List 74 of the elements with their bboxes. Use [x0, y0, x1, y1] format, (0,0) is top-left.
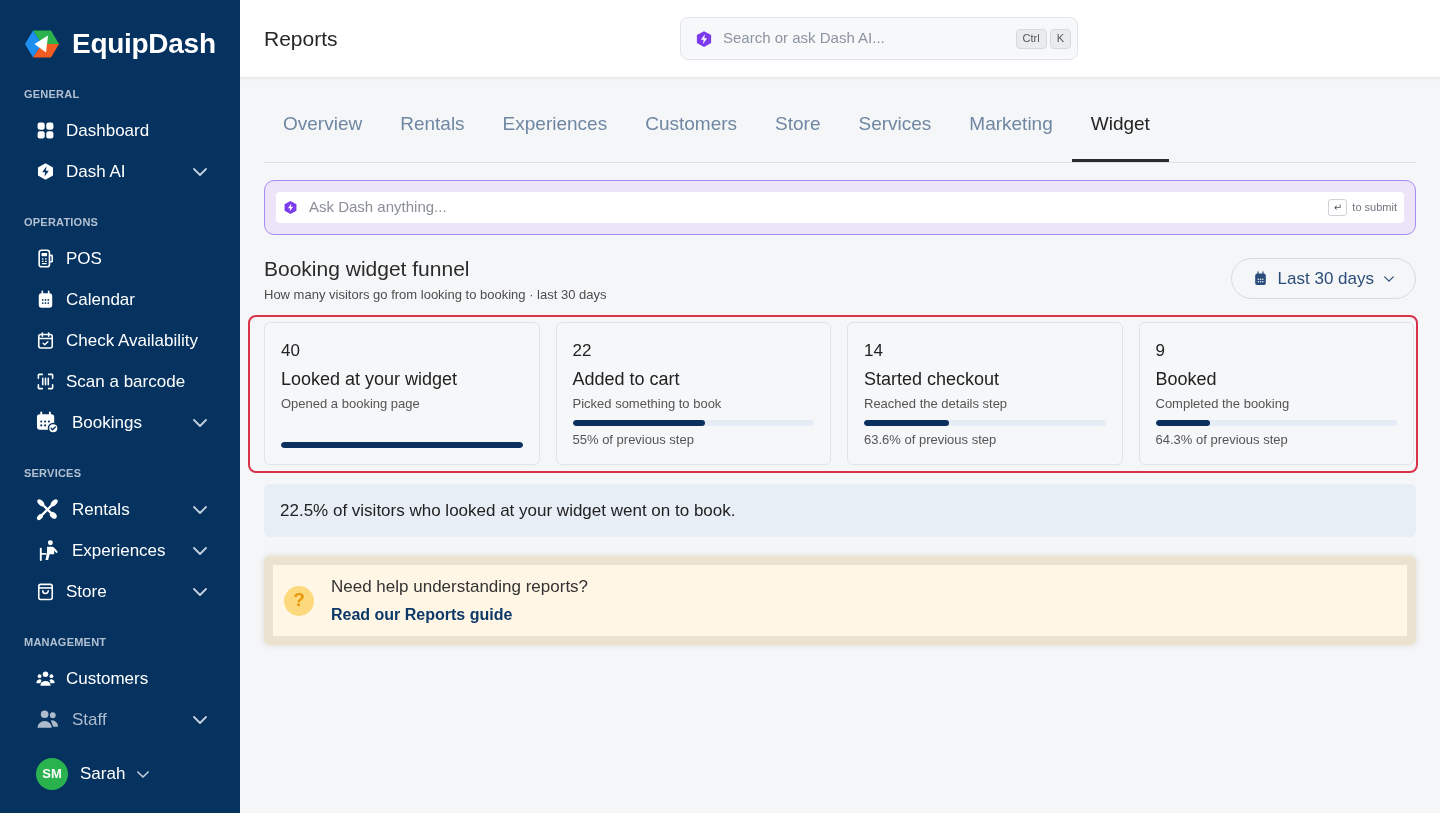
question-icon: ?: [284, 585, 314, 616]
sidebar-item[interactable]: Bookings: [24, 402, 216, 443]
step-count: 9: [1155, 341, 1166, 361]
summary-banner: 22.5% of visitors who looked at your widget went on to book.: [264, 484, 1416, 537]
step-description: Reached the details step: [864, 396, 1009, 412]
crossed-paddles-icon: [36, 498, 59, 521]
enter-key: ↵: [1328, 199, 1348, 216]
report-tab[interactable]: Widget: [1071, 98, 1169, 162]
chevron-down-icon: [193, 418, 207, 427]
section-label: GENERAL: [24, 87, 81, 102]
chevron-down-icon: [193, 505, 207, 514]
calendar-icon: [1252, 271, 1268, 286]
step-title: Added to cart: [572, 369, 681, 389]
shopping-bag-icon: [36, 582, 55, 601]
sidebar-item[interactable]: Dash AI: [24, 151, 216, 192]
user-menu[interactable]: SM Sarah: [24, 758, 216, 790]
chevron-down-icon: [193, 715, 207, 724]
search-input[interactable]: Search or ask Dash AI...: [723, 27, 1013, 50]
report-tab[interactable]: Services: [839, 98, 951, 162]
step-description: Opened a booking page: [281, 396, 421, 412]
section-label: SERVICES: [24, 466, 83, 481]
chevron-down-icon: [193, 167, 207, 176]
step-title: Started checkout: [864, 369, 1001, 389]
barcode-scan-icon: [36, 372, 55, 391]
section-label: OPERATIONS: [24, 215, 100, 230]
card-terminal-icon: [36, 249, 55, 268]
sidebar-item[interactable]: Staff: [24, 699, 216, 740]
page-title: Reports: [264, 25, 339, 52]
sidebar-item[interactable]: Calendar: [24, 279, 216, 320]
section-title: Booking widget funnel: [264, 257, 470, 281]
sidebar-item[interactable]: Check Availability: [24, 320, 216, 361]
step-description: Picked something to book: [572, 396, 723, 412]
user-avatar: SM: [36, 758, 68, 790]
ask-field[interactable]: Ask Dash anything... ↵ to submit: [276, 192, 1404, 223]
reports-guide-link[interactable]: Read our Reports guide: [331, 604, 513, 625]
sidebar-item[interactable]: POS: [24, 238, 216, 279]
calendar-badge-icon: [36, 411, 59, 434]
two-people-icon: [36, 708, 59, 731]
step-count: 22: [572, 341, 593, 361]
brand-name: EquipDash: [72, 27, 216, 61]
section-subtitle: How many visitors go from looking to booking · last 30 days: [264, 287, 607, 303]
step-count: 14: [864, 341, 884, 361]
ask-input[interactable]: Ask Dash anything...: [309, 196, 1329, 219]
report-tab[interactable]: Overview: [264, 98, 382, 162]
section-label: MANAGEMENT: [24, 635, 108, 650]
calendar-icon: [36, 290, 55, 309]
shortcut-key: K: [1049, 28, 1071, 49]
help-question: Need help understanding reports?: [331, 576, 589, 597]
hexagon-bolt-icon: [36, 162, 55, 181]
step-title: Looked at your widget: [281, 369, 459, 389]
sidebar-item[interactable]: Customers: [24, 658, 216, 699]
chevron-down-icon: [137, 770, 150, 778]
chevron-down-icon: [193, 546, 207, 555]
submit-hint: to submit: [1352, 200, 1397, 216]
sidebar-item[interactable]: Dashboard: [24, 110, 216, 151]
chevron-down-icon: [193, 587, 207, 596]
step-count: 40: [281, 341, 301, 361]
hexagon-bolt-icon: [283, 200, 298, 215]
dashboard-icon: [36, 121, 55, 140]
sidebar-item[interactable]: Store: [24, 571, 216, 612]
step-comparison: 63.6% of previous step: [864, 432, 998, 448]
step-comparison: 55% of previous step: [572, 432, 695, 448]
sidebar-item[interactable]: Experiences: [24, 530, 216, 571]
search-bar[interactable]: Search or ask Dash AI... Ctrl K: [680, 17, 1078, 60]
chevron-down-icon: [1384, 275, 1394, 282]
step-title: Booked: [1155, 369, 1218, 389]
shortcut-key: Ctrl: [1015, 28, 1047, 49]
sidebar-item[interactable]: Scan a barcode: [24, 361, 216, 402]
people-group-icon: [36, 669, 55, 688]
step-comparison: 64.3% of previous step: [1155, 432, 1289, 448]
step-description: Completed the booking: [1155, 396, 1291, 412]
sidebar-item[interactable]: Rentals: [24, 489, 216, 530]
calendar-check-icon: [36, 331, 55, 350]
hexagon-bolt-icon: [695, 29, 713, 48]
